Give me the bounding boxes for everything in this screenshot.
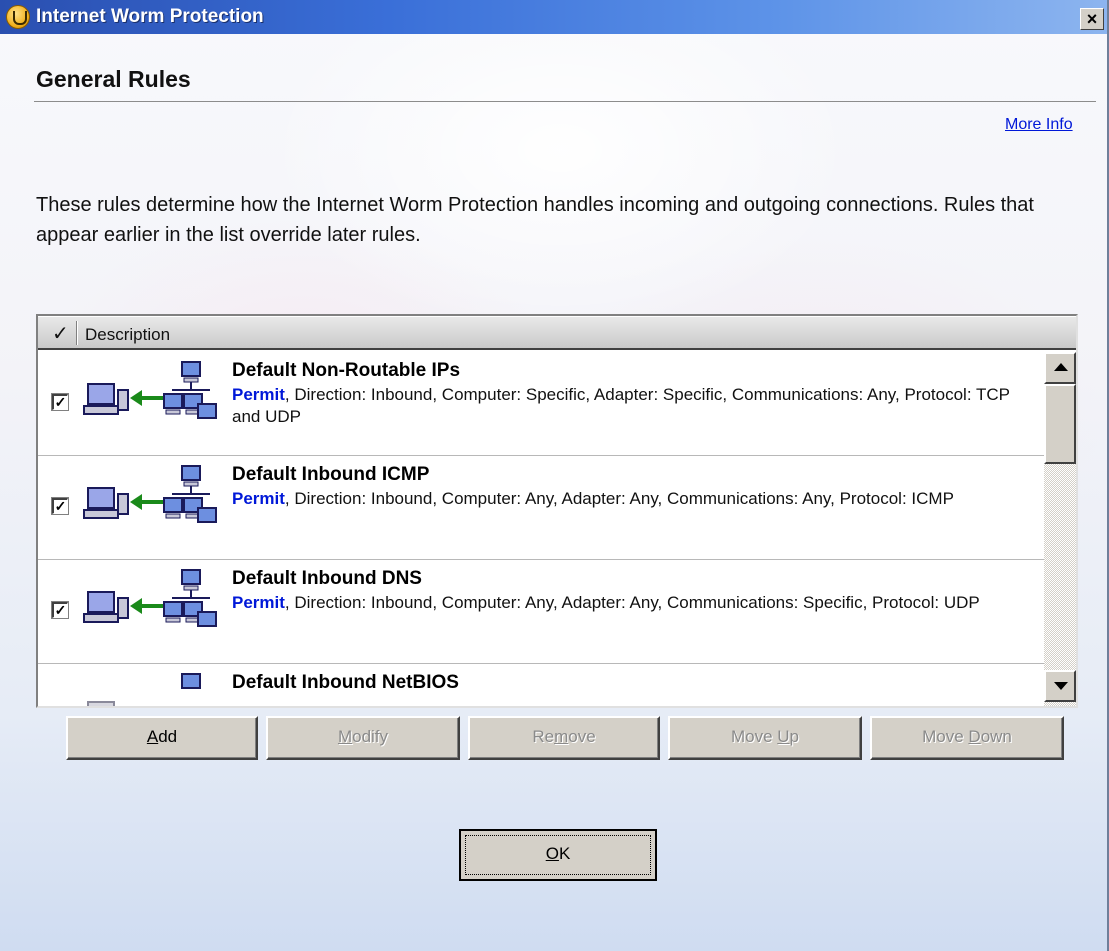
header-check-column[interactable]: ✓ [52, 321, 69, 346]
rule-row[interactable]: ✓ Default Non-Routable IPs Permit, Direc… [38, 352, 1044, 456]
move-up-label-pre: Move [730, 727, 778, 746]
title-bar[interactable]: Internet Worm Protection × [0, 0, 1107, 34]
ok-accelerator: O [545, 844, 559, 863]
modify-button[interactable]: Modify [266, 716, 460, 760]
rule-action: Permit [232, 593, 285, 612]
remove-accelerator: m [554, 727, 569, 746]
move-down-accelerator: D [968, 727, 981, 746]
rule-enabled-checkbox[interactable]: ✓ [51, 497, 69, 515]
arrow-up-icon [1054, 363, 1068, 371]
rule-row[interactable]: ✓ Default Inbound DNS Permit, Direction:… [38, 560, 1044, 664]
network-inbound-icon [87, 673, 201, 706]
rule-name: Default Inbound ICMP [232, 464, 430, 485]
rules-rows: ✓ Default Non-Routable IPs Permit, Direc… [38, 352, 1044, 706]
add-button[interactable]: Add [66, 716, 258, 760]
network-inbound-icon [83, 361, 217, 419]
rules-list[interactable]: ✓ Description ✓ Default Non-Routable IPs… [36, 314, 1078, 708]
more-info-link[interactable]: More Info [1005, 116, 1073, 134]
add-accelerator: A [146, 727, 159, 746]
rule-detail: Permit, Direction: Inbound, Computer: Sp… [232, 384, 1040, 428]
arrow-down-icon [1054, 682, 1068, 690]
remove-button[interactable]: Remove [468, 716, 660, 760]
ok-label: K [558, 844, 571, 863]
add-label: dd [158, 727, 178, 746]
network-inbound-icon [83, 465, 217, 523]
rule-name: Default Non-Routable IPs [232, 360, 461, 381]
rule-action: Permit [232, 489, 285, 508]
scroll-up-button[interactable] [1044, 352, 1076, 384]
ok-button[interactable]: OK [459, 829, 657, 881]
remove-label: ove [568, 727, 596, 746]
rule-name: Default Inbound DNS [232, 568, 422, 589]
modify-accelerator: M [337, 727, 353, 746]
modify-label: odify [352, 727, 389, 746]
list-header: ✓ Description [38, 316, 1076, 350]
move-up-button[interactable]: Move Up [668, 716, 862, 760]
vertical-scrollbar[interactable] [1044, 352, 1076, 706]
column-separator[interactable] [76, 321, 78, 345]
rule-name: Default Inbound NetBIOS [232, 672, 459, 693]
move-up-accelerator: U [777, 727, 790, 746]
move-down-label: own [980, 727, 1012, 746]
page-title: General Rules [36, 66, 191, 92]
header-description-column[interactable]: Description [85, 325, 170, 345]
rule-properties: , Direction: Inbound, Computer: Any, Ada… [284, 489, 954, 508]
intro-text: These rules determine how the Internet W… [36, 194, 1034, 246]
network-inbound-icon [83, 569, 217, 627]
move-up-label: p [789, 727, 800, 746]
shield-logo-icon [6, 5, 30, 29]
rule-row[interactable]: Default Inbound NetBIOS [38, 664, 1044, 706]
rule-properties: , Direction: Inbound, Computer: Specific… [232, 385, 1010, 426]
scroll-down-button[interactable] [1044, 670, 1076, 702]
divider [34, 101, 1096, 102]
rule-action: Permit [232, 385, 285, 404]
rule-enabled-checkbox[interactable]: ✓ [51, 393, 69, 411]
rule-detail: Permit, Direction: Inbound, Computer: An… [232, 488, 1040, 510]
rule-row[interactable]: ✓ Default Inbound ICMP Permit, Direction… [38, 456, 1044, 560]
scroll-thumb[interactable] [1044, 384, 1076, 464]
move-down-button[interactable]: Move Down [870, 716, 1064, 760]
remove-label-pre: Re [532, 727, 555, 746]
window-title: Internet Worm Protection [36, 6, 264, 27]
move-down-label-pre: Move [922, 727, 969, 746]
rule-enabled-checkbox[interactable]: ✓ [51, 601, 69, 619]
rule-detail: Permit, Direction: Inbound, Computer: An… [232, 592, 1040, 614]
rule-properties: , Direction: Inbound, Computer: Any, Ada… [284, 593, 980, 612]
close-button[interactable]: × [1080, 8, 1104, 30]
dialog-window: Internet Worm Protection × General Rules… [0, 0, 1109, 951]
